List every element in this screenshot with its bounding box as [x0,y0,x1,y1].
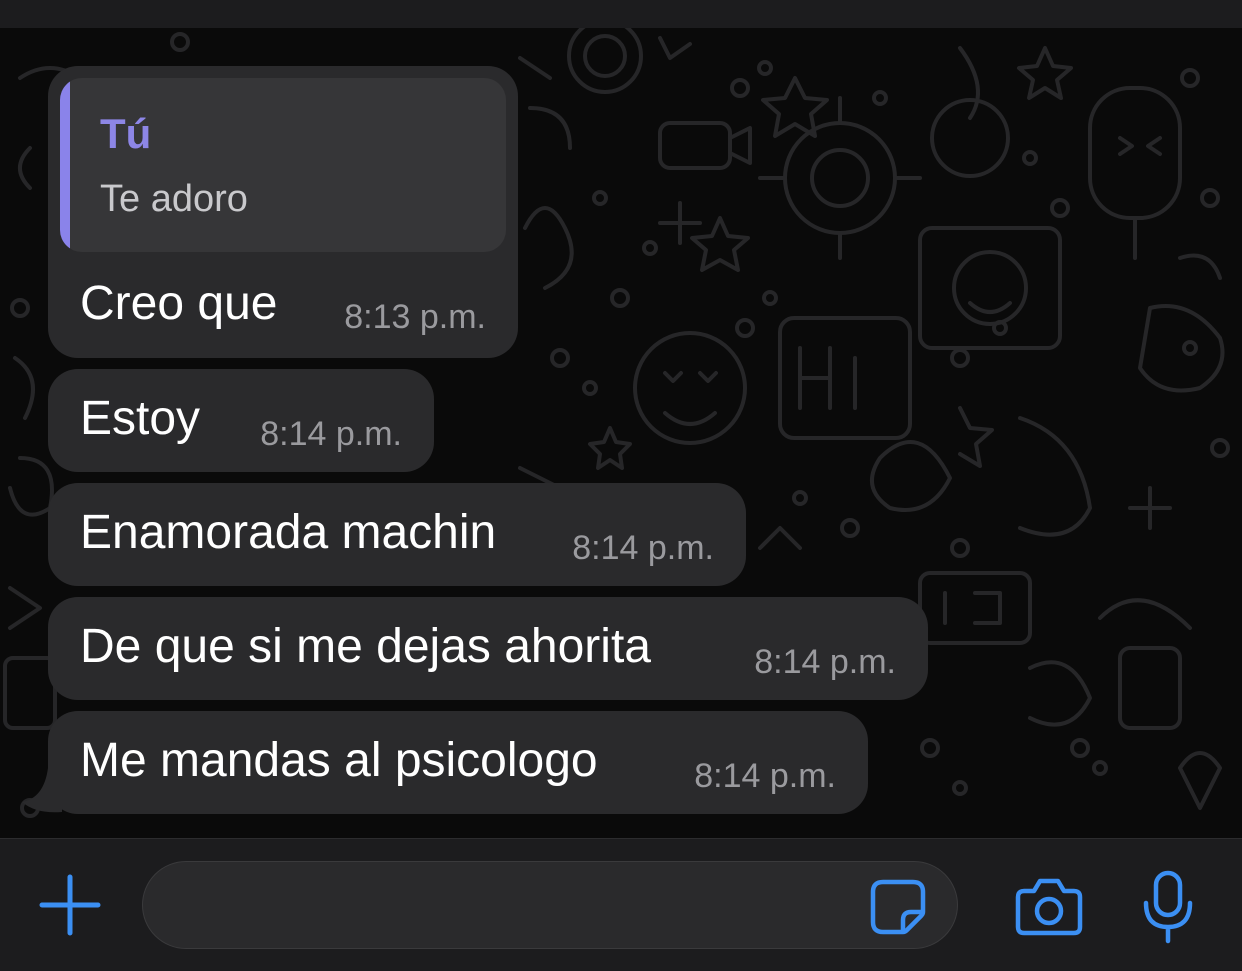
message-time: 8:14 p.m. [694,757,836,795]
top-bar [0,0,1242,28]
message-text: Me mandas al psicologo [80,734,598,787]
message-time: 8:14 p.m. [754,643,896,681]
message-time: 8:13 p.m. [344,298,486,336]
message-bubble-4[interactable]: De que si me dejas ahorita 8:14 p.m. [48,597,928,700]
quote-text: Te adoro [100,178,248,220]
message-text: Enamorada machin [80,506,497,559]
message-bubble-1[interactable]: Tú Te adoro Creo que 8:13 p.m. [48,66,518,358]
camera-icon[interactable] [1014,877,1084,937]
message-bubble-5[interactable]: Me mandas al psicologo 8:14 p.m. [48,711,868,814]
message-bubble-2[interactable]: Estoy 8:14 p.m. [48,369,434,472]
quote-author: Tú [100,110,152,157]
message-text: Estoy [80,392,201,445]
message-time: 8:14 p.m. [260,415,402,453]
bubble-tail [22,768,62,813]
message-text: Creo que [80,277,278,330]
message-input-field[interactable] [142,861,958,949]
quoted-reply[interactable]: Tú Te adoro [60,78,506,252]
microphone-icon[interactable] [1140,869,1196,947]
message-bubble-3[interactable]: Enamorada machin 8:14 p.m. [48,483,746,586]
sticker-icon[interactable] [869,878,927,936]
message-input[interactable] [173,876,857,936]
message-time: 8:14 p.m. [572,529,714,567]
quote-accent-bar [60,78,70,252]
message-composer [0,838,1242,971]
message-text: De que si me dejas ahorita [80,620,651,673]
plus-icon[interactable] [38,873,102,937]
chat-area[interactable]: Tú Te adoro Creo que 8:13 p.m. Estoy 8:1… [0,28,1242,838]
